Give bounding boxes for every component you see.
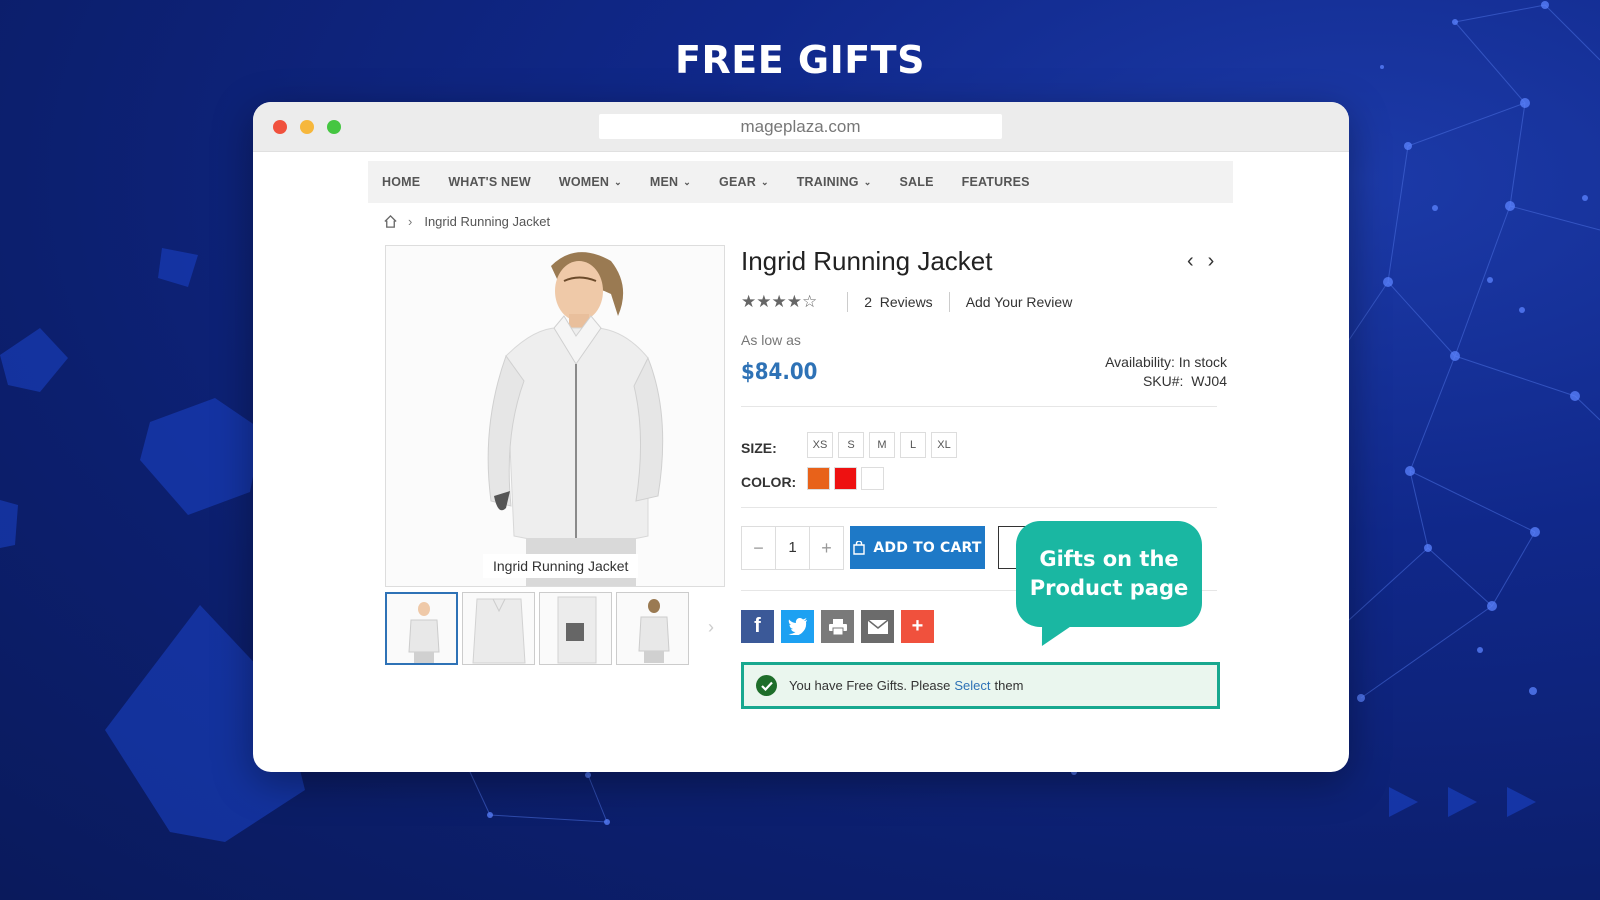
sku-label: SKU#:: [1142, 373, 1184, 389]
chevron-right-icon[interactable]: ›: [708, 617, 714, 638]
thumbnail[interactable]: [539, 592, 612, 665]
nav-label: WOMEN: [558, 175, 610, 189]
nav-item-gear[interactable]: GEAR ⌄: [719, 175, 769, 189]
add-to-cart-label: ADD TO CART: [873, 539, 982, 556]
callout-bubble: Gifts on the Product page: [1016, 521, 1202, 627]
product-main-image[interactable]: Ingrid Running Jacket: [385, 245, 725, 587]
main-nav: HOME WHAT'S NEW WOMEN ⌄ MEN ⌄ GEAR ⌄ TRAINI…: [368, 161, 1233, 203]
nav-label: TRAINING: [796, 175, 859, 189]
nav-item-features[interactable]: FEATURES: [962, 175, 1030, 189]
nav-item-whats-new[interactable]: WHAT'S NEW: [448, 175, 531, 189]
sku-line: SKU#: WJ04: [1105, 372, 1227, 391]
color-swatch-red[interactable]: [834, 467, 857, 490]
quantity-stepper: − 1 +: [741, 526, 844, 570]
divider: [741, 507, 1217, 508]
thumbnail[interactable]: [616, 592, 689, 665]
close-window-button[interactable]: [273, 120, 287, 134]
maximize-window-button[interactable]: [327, 120, 341, 134]
availability: Availability: In stock: [1105, 354, 1227, 370]
next-product-icon[interactable]: ›: [1208, 250, 1215, 273]
color-swatch-white[interactable]: [861, 467, 884, 490]
reviews-link[interactable]: Reviews: [880, 294, 933, 310]
nav-label: HOME: [382, 175, 421, 189]
chevron-down-icon: ⌄: [863, 176, 872, 187]
stock-info: Availability: In stock SKU#: WJ04: [1105, 353, 1227, 391]
product-price: $84.00: [741, 360, 818, 385]
chevron-down-icon: ⌄: [614, 176, 622, 187]
product-pager: ‹ ›: [1173, 250, 1214, 273]
thumbnail[interactable]: [462, 592, 535, 665]
size-option[interactable]: XS: [807, 432, 833, 458]
social-share: f +: [741, 610, 941, 643]
increase-qty-button[interactable]: +: [810, 527, 843, 569]
breadcrumb-current: Ingrid Running Jacket: [424, 214, 551, 229]
size-option[interactable]: S: [838, 432, 864, 458]
divider: [741, 406, 1217, 407]
address-bar[interactable]: mageplaza.com: [599, 114, 1002, 139]
print-icon[interactable]: [821, 610, 854, 643]
free-gift-notice: You have Free Gifts. Please Select them: [741, 662, 1220, 709]
divider: [948, 292, 950, 312]
thumbnail[interactable]: [385, 592, 458, 665]
sku-value: WJ04: [1191, 373, 1227, 389]
product-title: Ingrid Running Jacket: [741, 246, 993, 276]
reviews-count[interactable]: 2: [864, 294, 872, 310]
callout-line-2: Product page: [1029, 576, 1189, 600]
nav-item-sale[interactable]: SALE: [899, 175, 933, 189]
chevron-down-icon: ⌄: [760, 176, 769, 187]
add-to-cart-button[interactable]: ADD TO CART: [850, 526, 985, 569]
color-swatch-orange[interactable]: [807, 467, 830, 490]
rating-stars: ★★★★☆: [741, 292, 818, 311]
twitter-icon[interactable]: [781, 610, 814, 643]
divider: [847, 292, 849, 312]
browser-window: mageplaza.com HOME WHAT'S NEW WOMEN ⌄ MEN…: [253, 102, 1349, 772]
check-circle-icon: [756, 675, 777, 696]
color-options: [807, 467, 888, 490]
decrease-qty-button[interactable]: −: [742, 527, 775, 569]
nav-label: MEN: [649, 175, 679, 189]
size-label: SIZE:: [741, 440, 777, 456]
nav-item-training[interactable]: TRAINING ⌄: [797, 175, 872, 189]
size-options: XS S M L XL: [807, 432, 962, 458]
thumbnail-strip: [385, 592, 693, 665]
nav-label: GEAR: [719, 175, 756, 189]
select-gifts-link[interactable]: Select: [954, 678, 990, 693]
size-option[interactable]: M: [869, 432, 895, 458]
email-icon[interactable]: [861, 610, 894, 643]
nav-item-women[interactable]: WOMEN ⌄: [559, 175, 622, 189]
chevron-down-icon: ⌄: [683, 176, 692, 187]
callout-line-1: Gifts on the: [1039, 547, 1179, 571]
nav-item-home[interactable]: HOME: [382, 175, 420, 189]
rating-row: ★★★★☆ 2 Reviews Add Your Review: [741, 292, 1072, 312]
nav-label: FEATURES: [961, 175, 1030, 189]
shopping-bag-icon: [853, 540, 866, 555]
page-heading: FREE GIFTS: [675, 38, 925, 82]
free-gift-text: You have Free Gifts. Please: [789, 678, 951, 693]
size-option[interactable]: L: [900, 432, 926, 458]
add-review-link[interactable]: Add Your Review: [966, 294, 1073, 310]
minimize-window-button[interactable]: [300, 120, 314, 134]
previous-product-icon[interactable]: ‹: [1187, 250, 1194, 273]
image-caption: Ingrid Running Jacket: [483, 554, 639, 578]
browser-titlebar: mageplaza.com: [253, 102, 1349, 152]
qty-input[interactable]: 1: [775, 527, 810, 569]
nav-item-men[interactable]: MEN ⌄: [650, 175, 691, 189]
home-icon[interactable]: [383, 214, 398, 229]
share-plus-icon[interactable]: +: [901, 610, 934, 643]
chevron-right-icon: ›: [408, 214, 413, 229]
color-label: COLOR:: [741, 474, 797, 490]
jacket-photo: [386, 246, 724, 586]
as-low-as-label: As low as: [741, 332, 801, 348]
nav-label: SALE: [899, 175, 934, 189]
nav-label: WHAT'S NEW: [448, 175, 531, 189]
free-gift-text-end: them: [994, 678, 1024, 693]
facebook-icon[interactable]: f: [741, 610, 774, 643]
breadcrumb: › Ingrid Running Jacket: [383, 214, 550, 229]
size-option[interactable]: XL: [931, 432, 957, 458]
